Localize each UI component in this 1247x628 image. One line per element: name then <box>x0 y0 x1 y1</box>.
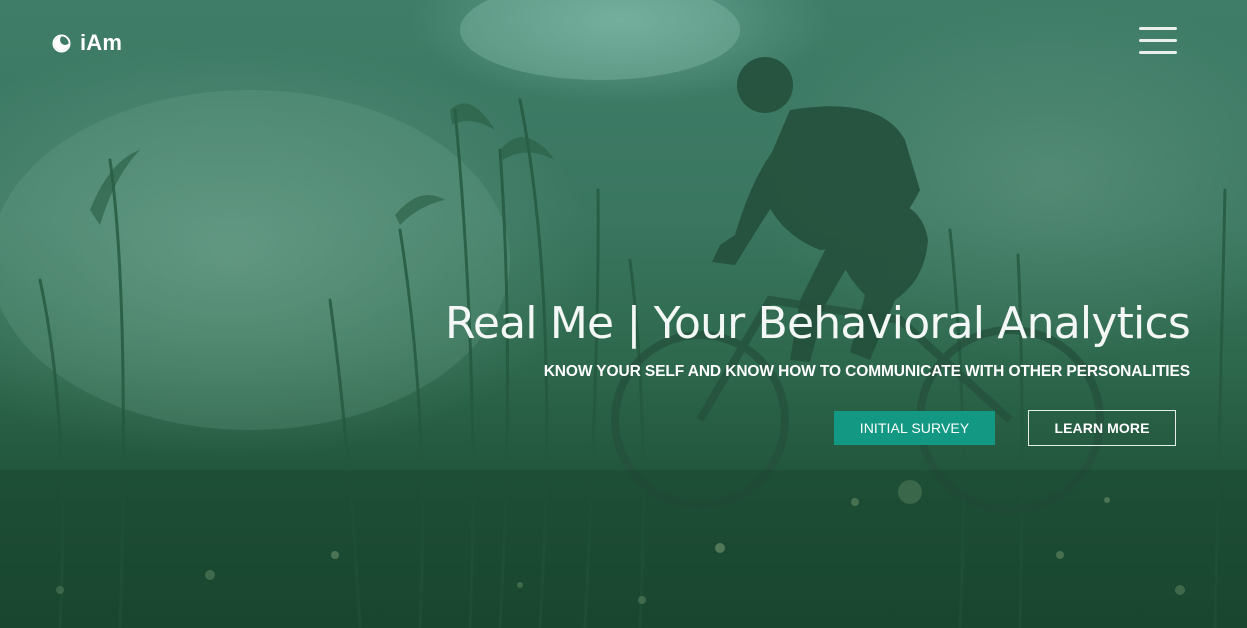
menu-bar <box>1139 39 1177 42</box>
brand-logo-link[interactable]: iAm <box>52 30 122 56</box>
hero-text: Real Me | Your Behavioral Analytics KNOW… <box>390 292 1191 381</box>
brand-name: iAm <box>80 30 123 55</box>
hamburger-menu-icon[interactable] <box>1138 26 1178 56</box>
hero-section: iAm Real Me | Your Behavioral Analytics … <box>0 0 1247 628</box>
learn-more-button[interactable]: LEARN MORE <box>1028 410 1176 446</box>
hero-subtitle: KNOW YOUR SELF AND KNOW HOW TO COMMUNICA… <box>543 363 1190 380</box>
ground-shadow <box>0 470 1247 628</box>
menu-bar <box>1139 51 1177 54</box>
initial-survey-button[interactable]: INITIAL SURVEY <box>834 411 995 445</box>
hero-title: Real Me | Your Behavioral Analytics <box>445 298 1191 349</box>
menu-bar <box>1139 27 1177 30</box>
top-navigation: iAm <box>0 0 1247 86</box>
crescent-moon-icon <box>52 33 71 53</box>
